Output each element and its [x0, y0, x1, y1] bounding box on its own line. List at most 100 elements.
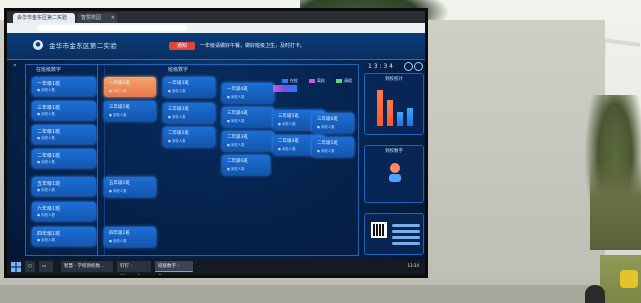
notice-ticker: 一年级请做好午餐，做好班级卫生，及时打卡。 — [200, 43, 306, 49]
system-tray-clock: 13:34 — [407, 263, 419, 268]
taskbar-label: 智慧 - 学校到校数... — [64, 264, 105, 269]
windows-start-icon[interactable] — [11, 262, 21, 272]
dashboard-header: ● 金华市金东区第二实验 通知 一年级请做好午餐，做好班级卫生，及时打卡。 — [7, 33, 425, 60]
qr-code-icon — [371, 222, 387, 238]
browser-tab-bar: 会华市金东区第二实验学校 智慧校园 × — [7, 11, 425, 31]
legend-swatch — [308, 79, 315, 83]
class-name: 一年级3班 — [168, 81, 189, 86]
notice-badge: 通知 — [169, 42, 195, 50]
class-name: 三年级2班 — [109, 105, 130, 110]
taskbar-label: 班级数字 - Goo... — [158, 264, 180, 278]
class-name: 二年级6班 — [227, 159, 248, 164]
class-grid-panel: 班级数字 在校 离校 请假 一年级2班 ● 到校人数 一年级3班 ● 到校人数 … — [97, 64, 359, 256]
class-tile[interactable]: 二年级3班 ● 到校人数 — [222, 131, 274, 151]
class-name: 二年级1班 — [37, 129, 61, 135]
class-count: ● 到校人数 — [109, 239, 127, 243]
class-name: 一年级2班 — [109, 81, 130, 86]
class-tile[interactable]: 五年级1班 ● 到校人数 — [32, 177, 96, 196]
attendance-bar — [387, 100, 393, 126]
class-tile[interactable]: 二年级2班 ● 到校人数 — [163, 127, 215, 147]
legend-swatch — [281, 79, 288, 83]
browser-tab-campus[interactable]: 智慧校园 × — [77, 13, 117, 23]
class-count: ● 到校人数 — [317, 149, 335, 153]
class-name: 六年级1班 — [37, 206, 61, 212]
class-tile[interactable]: 六年级1班 ● 到校人数 — [32, 202, 96, 221]
class-tile[interactable]: 二年级1班 ● 到校人数 — [32, 149, 96, 168]
dashboard: ● 金华市金东区第二实验 通知 一年级请做好午餐，做好班级卫生，及时打卡。 » … — [7, 33, 425, 259]
class-name: 二年级5班 — [317, 141, 338, 146]
address-bar — [7, 23, 425, 33]
class-tile[interactable]: 一年级2班 ● 到校人数 — [104, 77, 156, 97]
student-illustration-icon — [389, 163, 401, 182]
settings-icon[interactable] — [414, 62, 423, 71]
class-count: ● 到校人数 — [227, 119, 245, 123]
close-icon[interactable]: × — [111, 13, 115, 23]
contact-line — [392, 242, 420, 245]
attendance-chart-box: 到校统计 — [364, 73, 424, 135]
school-name: 金华市金东区第二实验 — [49, 42, 117, 50]
class-tile[interactable]: 一年级3班 ● 到校人数 — [163, 77, 215, 97]
taskbar-item[interactable]: 智慧 - 学校到校数... — [61, 261, 113, 272]
taskbar-item-active[interactable]: 班级数字 - Goo... — [155, 261, 193, 272]
browser-tab-school[interactable]: 会华市金东区第二实验学校 — [13, 13, 75, 31]
legend-item: 在校 — [281, 78, 298, 84]
class-count: ● 到校人数 — [168, 139, 186, 143]
class-name: 四年级1班 — [37, 231, 61, 237]
class-tile[interactable]: 一年级1班 ● 到校人数 — [32, 77, 96, 96]
bushes-right — [590, 160, 641, 250]
url-input[interactable] — [37, 25, 187, 31]
class-count: ● 到校人数 — [278, 147, 296, 151]
class-count: ● 到校人数 — [37, 88, 56, 92]
class-tile[interactable]: 二年级1班 ● 到校人数 — [32, 125, 96, 144]
refresh-icon[interactable] — [404, 62, 413, 71]
attendance-bar — [397, 112, 403, 126]
class-tile[interactable]: 二年级6班 ● 到校人数 — [222, 155, 270, 175]
class-count: ● 到校人数 — [109, 89, 127, 93]
stats-title: 到校统计 — [385, 77, 403, 82]
class-name: 三年级4班 — [227, 111, 248, 116]
panel-title: 在班级数字 — [36, 67, 62, 73]
class-name: 三年级6班 — [317, 117, 338, 122]
stats-panel: 1 3 : 3 4 到校统计 到校数字 — [362, 62, 424, 257]
class-name: 二年级1班 — [37, 153, 61, 159]
contact-line — [392, 224, 420, 227]
attendance-bar — [407, 108, 413, 126]
contact-box — [364, 213, 424, 255]
class-count: ● 到校人数 — [227, 143, 245, 147]
class-tile[interactable]: 三年级6班 ● 到校人数 — [312, 113, 354, 133]
class-tile[interactable]: 三年级1班 ● 到校人数 — [32, 101, 96, 120]
taskbar-item[interactable]: 钉钉 - Microsoft... — [117, 261, 151, 272]
rate-box: 到校数字 — [364, 145, 424, 203]
school-logo-icon: ● — [33, 40, 43, 50]
expand-icon[interactable]: » — [13, 62, 17, 69]
class-tile[interactable]: 二年级5班 ● 到校人数 — [312, 137, 354, 157]
taskbar: ○ ▭ 智慧 - 学校到校数... 钉钉 - Microsoft... 班级数字… — [7, 259, 425, 275]
class-tile[interactable]: 一年级4班 ● 到校人数 — [222, 83, 274, 103]
class-tile[interactable]: 三年级4班 ● 到校人数 — [222, 107, 274, 127]
class-count: ● 到校人数 — [37, 160, 56, 164]
yellow-object — [620, 270, 638, 288]
class-name: 五年级1班 — [37, 181, 61, 187]
class-name: 三年级3班 — [168, 107, 189, 112]
time-readout: 1 3 : 3 4 — [368, 63, 393, 70]
rate-title: 到校数字 — [385, 149, 403, 154]
tab-label: 智慧校园 — [81, 15, 102, 21]
legend: 在校 离校 请假 — [276, 67, 352, 83]
class-name: 二年级2班 — [168, 131, 189, 136]
class-tile[interactable]: 五年级2班 ● 到校人数 — [104, 177, 156, 197]
class-count: ● 到校人数 — [109, 113, 127, 117]
class-tile[interactable]: 四年级1班 ● 到校人数 — [32, 227, 96, 246]
class-tile[interactable]: 三年级2班 ● 到校人数 — [104, 101, 156, 121]
class-count: ● 到校人数 — [317, 125, 335, 129]
class-name: 一年级4班 — [227, 87, 248, 92]
class-tile[interactable]: 四年级2班 ● 到校人数 — [104, 227, 156, 247]
class-count: ● 到校人数 — [109, 189, 127, 193]
search-icon[interactable]: ○ — [25, 261, 35, 272]
class-count: ● 到校人数 — [168, 115, 186, 119]
person-head — [585, 285, 605, 303]
class-name: 三年级1班 — [37, 105, 61, 111]
class-tile[interactable]: 三年级3班 ● 到校人数 — [163, 103, 215, 123]
task-view-icon[interactable]: ▭ — [39, 261, 53, 272]
legend-label: 离校 — [316, 78, 325, 83]
contact-line — [392, 236, 420, 239]
